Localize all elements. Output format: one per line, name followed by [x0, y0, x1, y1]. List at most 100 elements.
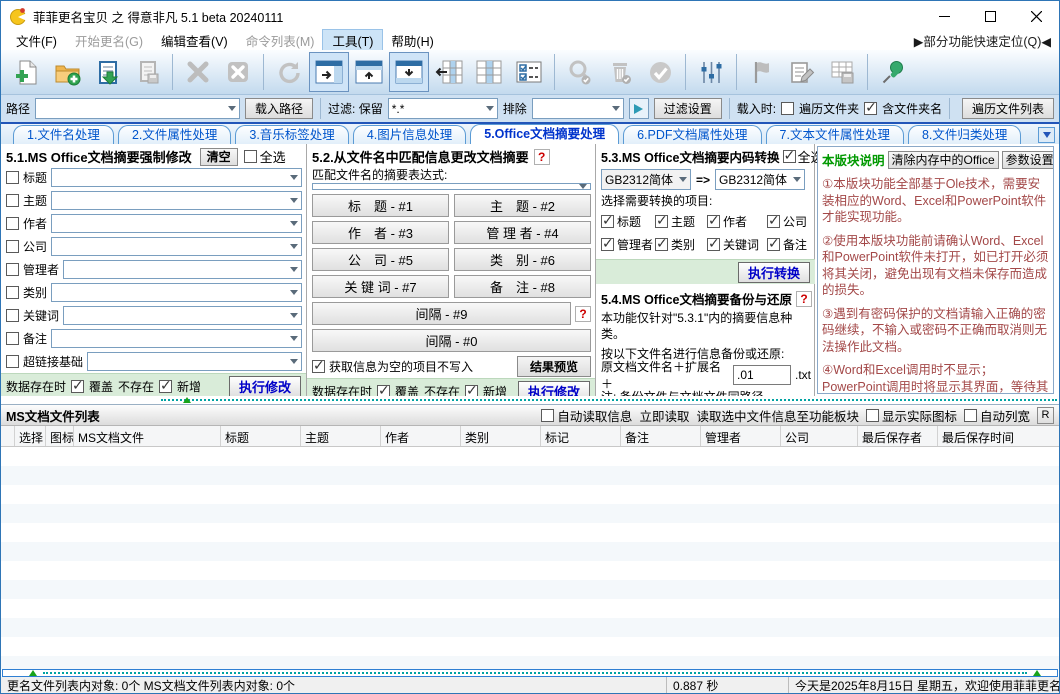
show-icons-checkbox[interactable]: [866, 409, 879, 422]
token-keywords-button[interactable]: 关 键 词 - #7: [312, 275, 449, 298]
panel-bottom-toggle[interactable]: [389, 52, 429, 92]
token-comments-button[interactable]: 备 注 - #8: [454, 275, 591, 298]
skip-empty-checkbox[interactable]: [312, 360, 325, 373]
column-category[interactable]: 类别: [461, 426, 541, 446]
apply-filter-button[interactable]: [629, 98, 649, 119]
comments-checkbox[interactable]: [6, 332, 19, 345]
bottom-splitter[interactable]: [2, 669, 1058, 677]
tab-office-summary[interactable]: 5.Office文档摘要处理: [470, 124, 619, 144]
auto-width-checkbox[interactable]: [964, 409, 977, 422]
check-circle-button[interactable]: [640, 52, 680, 92]
convert-subject-checkbox[interactable]: [655, 215, 668, 228]
token-company-button[interactable]: 公 司 - #5: [312, 248, 449, 271]
overwrite-checkbox-51[interactable]: [71, 380, 84, 393]
column-comments[interactable]: 备注: [621, 426, 701, 446]
help-gap-button[interactable]: ?: [575, 306, 591, 322]
convert-company-checkbox[interactable]: [767, 215, 780, 228]
tab-image-info[interactable]: 4.图片信息处理: [353, 125, 466, 144]
table-import-button[interactable]: [429, 52, 469, 92]
tab-overflow-button[interactable]: [1038, 127, 1055, 143]
column-last-saved-by[interactable]: 最后保存者: [858, 426, 938, 446]
execute-modify-51-button[interactable]: 执行修改: [229, 376, 301, 397]
traverse-folders-checkbox[interactable]: [781, 102, 794, 115]
column-tag[interactable]: 标记: [541, 426, 621, 446]
column-icon[interactable]: 图标: [46, 426, 74, 446]
close-button[interactable]: [1013, 1, 1059, 31]
exclude-combo[interactable]: [532, 98, 624, 119]
column-company[interactable]: 公司: [781, 426, 858, 446]
keywords-combo[interactable]: [63, 306, 302, 325]
token-author-button[interactable]: 作 者 - #3: [312, 221, 449, 244]
import-list-button[interactable]: [87, 52, 127, 92]
read-now-command[interactable]: 立即读取: [639, 406, 689, 425]
convert-manager-checkbox[interactable]: [601, 238, 614, 251]
menu-command-list[interactable]: 命令列表(M): [237, 30, 324, 51]
backup-suffix-input[interactable]: [733, 365, 791, 385]
table-columns-button[interactable]: [469, 52, 509, 92]
tab-text-attributes[interactable]: 7.文本文件属性处理: [766, 125, 904, 144]
execute-convert-button[interactable]: 执行转换: [738, 262, 810, 283]
convert-category-checkbox[interactable]: [655, 238, 668, 251]
filter-sliders-button[interactable]: [691, 52, 731, 92]
tab-filename[interactable]: 1.文件名处理: [13, 125, 114, 144]
to-encoding-combo[interactable]: GB2312简体: [715, 169, 805, 190]
tab-music-tags[interactable]: 3.音乐标签处理: [235, 125, 348, 144]
panel-top-toggle[interactable]: [349, 52, 389, 92]
checklist-button[interactable]: [509, 52, 549, 92]
author-combo[interactable]: [51, 214, 302, 233]
convert-comments-checkbox[interactable]: [767, 238, 780, 251]
select-all-53-checkbox[interactable]: [783, 150, 796, 163]
table-save-button[interactable]: [822, 52, 862, 92]
token-gap0-button[interactable]: 间隔 - #0: [312, 329, 591, 352]
filter-settings-button[interactable]: 过滤设置: [654, 98, 722, 119]
title-checkbox[interactable]: [6, 171, 19, 184]
trash-check-button[interactable]: [600, 52, 640, 92]
token-gap9-button[interactable]: 间隔 - #9: [312, 302, 571, 325]
token-category-button[interactable]: 类 别 - #6: [454, 248, 591, 271]
tab-pdf-attributes[interactable]: 6.PDF文档属性处理: [623, 125, 761, 144]
load-path-button[interactable]: 载入路径: [245, 98, 313, 119]
column-select[interactable]: 选择: [15, 426, 46, 446]
minimize-button[interactable]: [921, 1, 967, 31]
refresh-button[interactable]: [269, 52, 309, 92]
manager-checkbox[interactable]: [6, 263, 19, 276]
subject-combo[interactable]: [51, 191, 302, 210]
column-last-saved-time[interactable]: 最后保存时间: [938, 426, 1059, 446]
save-list-button[interactable]: [127, 52, 167, 92]
token-subject-button[interactable]: 主 题 - #2: [454, 194, 591, 217]
category-checkbox[interactable]: [6, 286, 19, 299]
parameter-settings-button[interactable]: 参数设置: [1002, 151, 1054, 169]
menu-tools[interactable]: 工具(T): [323, 30, 382, 51]
horizontal-splitter[interactable]: [1, 396, 1059, 404]
author-checkbox[interactable]: [6, 217, 19, 230]
hyperlink-base-combo[interactable]: [87, 352, 302, 371]
column-rowmark[interactable]: [1, 426, 15, 446]
traverse-file-list-button[interactable]: 遍历文件列表: [962, 98, 1054, 119]
delete-all-button[interactable]: [218, 52, 258, 92]
edit-list-button[interactable]: [782, 52, 822, 92]
path-combo[interactable]: [35, 98, 240, 119]
read-selected-command[interactable]: 读取选中文件信息至功能板块: [696, 406, 859, 425]
menu-help[interactable]: 帮助(H): [382, 30, 442, 51]
help-54-button[interactable]: ?: [796, 291, 812, 307]
convert-keywords-checkbox[interactable]: [707, 238, 720, 251]
keywords-checkbox[interactable]: [6, 309, 19, 322]
from-encoding-combo[interactable]: GB2312简体: [601, 169, 691, 190]
new-file-button[interactable]: [7, 52, 47, 92]
menu-edit-view[interactable]: 编辑查看(V): [152, 30, 237, 51]
hyperlink-base-checkbox[interactable]: [6, 355, 19, 368]
pin-button[interactable]: [873, 52, 913, 92]
r-button[interactable]: R: [1037, 407, 1054, 424]
flag-button[interactable]: [742, 52, 782, 92]
select-all-51-checkbox[interactable]: [244, 150, 257, 163]
token-manager-button[interactable]: 管 理 者 - #4: [454, 221, 591, 244]
company-combo[interactable]: [51, 237, 302, 256]
search-check-button[interactable]: [560, 52, 600, 92]
quick-locate-menu[interactable]: ▶部分功能快速定位(Q)◀: [914, 31, 1059, 50]
filter-combo[interactable]: *.*: [388, 98, 498, 119]
category-combo[interactable]: [51, 283, 302, 302]
tab-file-attributes[interactable]: 2.文件属性处理: [118, 125, 231, 144]
clear-office-memory-button[interactable]: 清除内存中的Office: [888, 151, 999, 169]
column-subject[interactable]: 主题: [301, 426, 381, 446]
menu-file[interactable]: 文件(F): [7, 30, 66, 51]
